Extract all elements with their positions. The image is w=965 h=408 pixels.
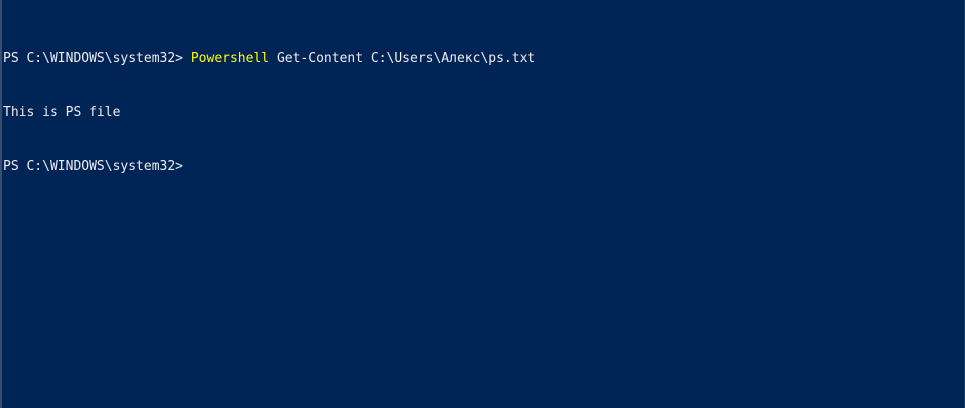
output-text: This is PS file (3, 105, 121, 120)
console-line: This is PS file (3, 104, 535, 122)
console-line: PS C:\WINDOWS\system32> Powershell Get-C… (3, 50, 535, 68)
text-cursor[interactable] (191, 158, 192, 172)
command-keyword: Powershell (190, 51, 270, 66)
command-arguments: Get-Content C:\Users\Алекс\ps.txt (269, 51, 536, 66)
prompt-text: PS C:\WINDOWS\system32> (3, 159, 191, 174)
console-line: PS C:\WINDOWS\system32> (3, 158, 535, 176)
window-left-border (0, 0, 2, 408)
console-output[interactable]: PS C:\WINDOWS\system32> Powershell Get-C… (3, 14, 535, 212)
console-window[interactable]: PS C:\WINDOWS\system32> Powershell Get-C… (0, 0, 965, 408)
prompt-text: PS C:\WINDOWS\system32> (3, 51, 191, 66)
